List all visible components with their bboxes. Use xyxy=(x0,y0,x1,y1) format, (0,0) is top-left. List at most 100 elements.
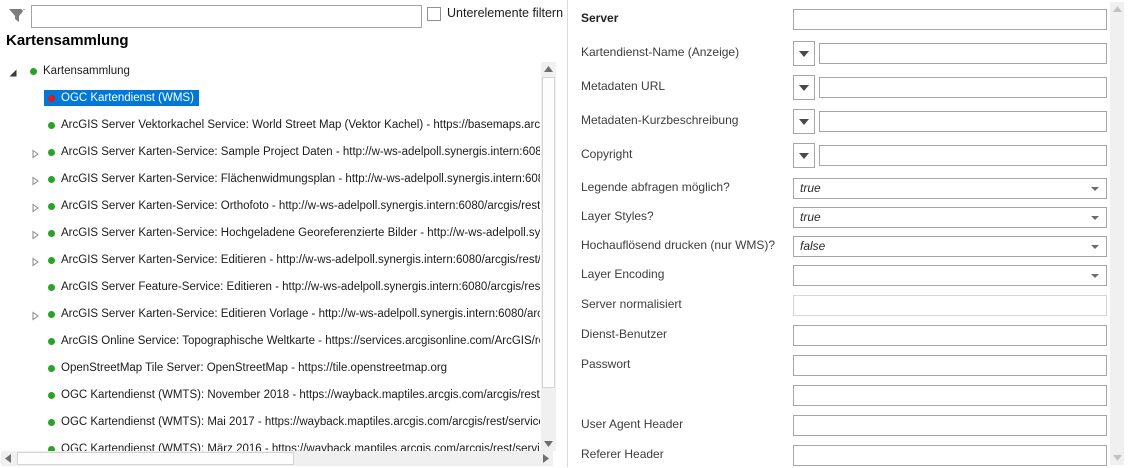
scroll-left-icon[interactable] xyxy=(1,451,15,466)
text-field[interactable] xyxy=(793,355,1107,376)
combo-box[interactable]: true xyxy=(793,178,1107,199)
tree-item-content[interactable]: ArcGIS Server Karten-Service: Orthofoto … xyxy=(44,198,540,214)
tree-item-content[interactable]: ArcGIS Server Karten-Service: Hochgelade… xyxy=(44,225,540,241)
properties-vertical-scrollbar[interactable] xyxy=(1110,2,1124,465)
tree-item-content[interactable]: ArcGIS Server Karten-Service: Flächenwid… xyxy=(44,171,540,187)
tree-item[interactable]: OGC Kartendienst (WMS) xyxy=(0,87,540,114)
tree-item-content[interactable]: OGC Kartendienst (WMTS): März 2016 - htt… xyxy=(44,441,540,451)
field-control xyxy=(793,75,1107,100)
form-row: Passwort xyxy=(568,353,1108,378)
tree-item-label: Kartensammlung xyxy=(43,65,130,77)
chevron-down-icon xyxy=(1091,187,1099,191)
field-label: Server normalisiert xyxy=(581,297,682,311)
tree-item-label: OpenStreetMap Tile Server: OpenStreetMap… xyxy=(61,362,447,374)
tree-item[interactable]: OGC Kartendienst (WMTS): November 2018 -… xyxy=(0,384,540,411)
tree-item-content[interactable]: OGC Kartendienst (WMTS): November 2018 -… xyxy=(44,387,540,403)
tree-item-content[interactable]: ArcGIS Server Vektorkachel Service: Worl… xyxy=(44,117,540,133)
field-control xyxy=(793,293,1107,318)
form-row: Server xyxy=(568,7,1108,32)
tree-horizontal-scrollbar-thumb[interactable] xyxy=(17,452,294,465)
field-control xyxy=(793,109,1107,134)
expander-collapsed-icon[interactable] xyxy=(30,230,40,240)
tree-item-content[interactable]: ArcGIS Server Feature-Service: Editieren… xyxy=(44,279,540,295)
tree-item-label: OGC Kartendienst (WMTS): November 2018 -… xyxy=(61,389,540,401)
form-row: Legende abfragen möglich? true xyxy=(568,176,1108,201)
status-dot-green-icon xyxy=(48,203,55,210)
expander-collapsed-icon[interactable] xyxy=(30,149,40,159)
expander-collapsed-icon[interactable] xyxy=(30,176,40,186)
combo-box[interactable]: false xyxy=(793,236,1107,257)
status-dot-green-icon xyxy=(48,338,55,345)
tree-item[interactable]: ArcGIS Server Karten-Service: Editieren … xyxy=(0,303,540,330)
expander-collapsed-icon[interactable] xyxy=(30,311,40,321)
filter-input[interactable] xyxy=(31,5,422,28)
field-control xyxy=(793,353,1107,378)
tree-item[interactable]: ArcGIS Server Feature-Service: Editieren… xyxy=(0,276,540,303)
scroll-down-icon[interactable] xyxy=(1110,451,1124,465)
text-field[interactable] xyxy=(793,415,1107,436)
dropdown-button[interactable] xyxy=(793,41,815,66)
expander-expanded-icon[interactable] xyxy=(8,68,18,78)
tree-item-content[interactable]: OGC Kartendienst (WMTS): Mai 2017 - http… xyxy=(44,414,540,430)
text-field[interactable] xyxy=(819,43,1107,64)
text-field[interactable] xyxy=(819,145,1107,166)
field-label: Hochauflösend drucken (nur WMS)? xyxy=(581,238,775,252)
tree-item[interactable]: ArcGIS Server Karten-Service: Sample Pro… xyxy=(0,141,540,168)
scroll-right-icon[interactable] xyxy=(539,451,553,466)
scroll-up-icon[interactable] xyxy=(1110,2,1124,16)
tree-horizontal-scrollbar[interactable] xyxy=(1,451,553,466)
form-row: Dienst-Benutzer xyxy=(568,323,1108,348)
form-row xyxy=(568,383,1108,408)
text-field[interactable] xyxy=(819,111,1107,132)
combo-box[interactable] xyxy=(793,265,1107,286)
combo-box[interactable]: true xyxy=(793,207,1107,228)
status-dot-red-icon xyxy=(48,95,55,102)
tree-vertical-scrollbar-thumb[interactable] xyxy=(542,77,555,388)
expander-collapsed-icon[interactable] xyxy=(30,203,40,213)
field-label: Legende abfragen möglich? xyxy=(581,180,730,194)
tree-item[interactable]: OGC Kartendienst (WMTS): Mai 2017 - http… xyxy=(0,411,540,438)
tree-item[interactable]: OpenStreetMap Tile Server: OpenStreetMap… xyxy=(0,357,540,384)
text-field[interactable] xyxy=(793,385,1107,406)
tree-item-content[interactable]: ArcGIS Server Karten-Service: Editieren … xyxy=(44,306,540,322)
field-label: Metadaten-Kurzbeschreibung xyxy=(581,113,738,127)
form-row: Layer Encoding xyxy=(568,263,1108,288)
tree-item[interactable]: ArcGIS Server Karten-Service: Editieren … xyxy=(0,249,540,276)
field-control xyxy=(793,263,1107,288)
tree-item-content[interactable]: ArcGIS Online Service: Topographische We… xyxy=(44,333,540,349)
status-dot-green-icon xyxy=(48,365,55,372)
text-field[interactable] xyxy=(793,325,1107,346)
tree-item[interactable]: ArcGIS Server Karten-Service: Flächenwid… xyxy=(0,168,540,195)
tree-item[interactable]: OGC Kartendienst (WMTS): März 2016 - htt… xyxy=(0,438,540,451)
tree-item[interactable]: ArcGIS Online Service: Topographische We… xyxy=(0,330,540,357)
status-dot-green-icon xyxy=(30,68,37,75)
tree-item-content[interactable]: ArcGIS Server Karten-Service: Editieren … xyxy=(44,252,540,268)
scroll-down-icon[interactable] xyxy=(541,437,556,451)
text-field[interactable] xyxy=(793,9,1107,30)
chevron-down-icon xyxy=(799,119,809,125)
dropdown-button[interactable] xyxy=(793,75,815,100)
tree-item-content[interactable]: Kartensammlung xyxy=(26,63,135,79)
left-panel: Unterelemente filtern Kartensammlung Kar… xyxy=(0,0,567,467)
tree-item-content[interactable]: OGC Kartendienst (WMS) xyxy=(44,90,199,106)
tree-item[interactable]: Kartensammlung xyxy=(0,60,540,87)
tree-item-content[interactable]: ArcGIS Server Karten-Service: Sample Pro… xyxy=(44,144,540,160)
unterelemente-filtern-checkbox[interactable] xyxy=(427,7,441,21)
tree-item-label: ArcGIS Online Service: Topographische We… xyxy=(61,335,540,347)
expander-collapsed-icon[interactable] xyxy=(30,257,40,267)
tree-vertical-scrollbar[interactable] xyxy=(541,62,556,451)
dropdown-button[interactable] xyxy=(793,143,815,168)
text-field[interactable] xyxy=(819,77,1107,98)
combo-value: false xyxy=(800,239,825,253)
status-dot-green-icon xyxy=(48,122,55,129)
tree-item[interactable]: ArcGIS Server Vektorkachel Service: Worl… xyxy=(0,114,540,141)
tree-item-label: OGC Kartendienst (WMTS): Mai 2017 - http… xyxy=(61,416,540,428)
scroll-up-icon[interactable] xyxy=(541,62,556,76)
text-field[interactable] xyxy=(793,445,1107,466)
form-row: Hochauflösend drucken (nur WMS)? false xyxy=(568,234,1108,259)
tree-item[interactable]: ArcGIS Server Karten-Service: Hochgelade… xyxy=(0,222,540,249)
tree-item-content[interactable]: OpenStreetMap Tile Server: OpenStreetMap… xyxy=(44,360,452,376)
dropdown-button[interactable] xyxy=(793,109,815,134)
combo-value: true xyxy=(800,210,821,224)
tree-item[interactable]: ArcGIS Server Karten-Service: Orthofoto … xyxy=(0,195,540,222)
